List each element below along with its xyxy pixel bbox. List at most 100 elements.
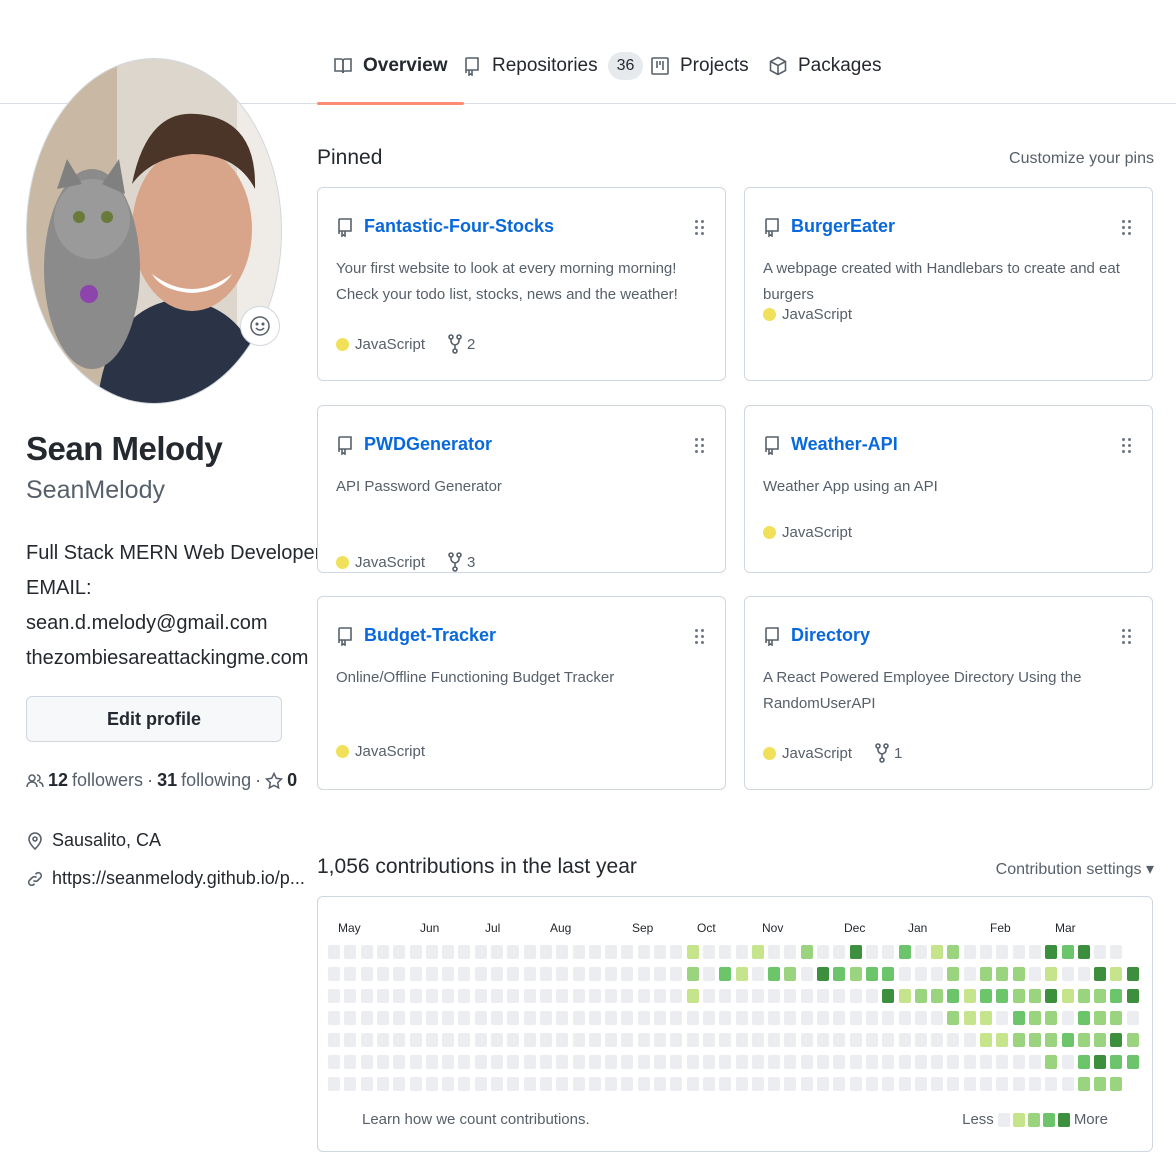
contribution-day[interactable] [524,1011,536,1025]
contribution-day[interactable] [915,1055,927,1069]
contribution-day[interactable] [817,967,829,981]
contribution-day[interactable] [524,945,536,959]
contribution-day[interactable] [475,1033,487,1047]
contribution-day[interactable] [654,945,666,959]
contribution-day[interactable] [491,1077,503,1091]
contribution-day[interactable] [344,1055,356,1069]
contribution-day[interactable] [524,1033,536,1047]
contribution-day[interactable] [882,989,894,1003]
contribution-day[interactable] [947,945,959,959]
contribution-day[interactable] [1013,967,1025,981]
contribution-day[interactable] [654,1011,666,1025]
contribution-day[interactable] [1078,945,1090,959]
contribution-day[interactable] [458,1033,470,1047]
contribution-day[interactable] [768,945,780,959]
tab-repositories[interactable]: Repositories 36 [462,52,644,104]
contribution-day[interactable] [1094,967,1106,981]
contribution-day[interactable] [328,989,340,1003]
contribution-day[interactable] [621,1011,633,1025]
contribution-day[interactable] [442,1033,454,1047]
contribution-day[interactable] [882,1077,894,1091]
contribution-day[interactable] [621,945,633,959]
contribution-day[interactable] [491,1055,503,1069]
contribution-day[interactable] [1029,1033,1041,1047]
contribution-day[interactable] [703,1055,715,1069]
contribution-day[interactable] [556,1011,568,1025]
repo-name-link[interactable]: Budget-Tracker [364,625,496,646]
contribution-day[interactable] [964,1011,976,1025]
contribution-day[interactable] [556,1033,568,1047]
contribution-day[interactable] [328,1011,340,1025]
contribution-day[interactable] [1062,945,1074,959]
contribution-day[interactable] [1045,989,1057,1003]
contribution-day[interactable] [899,989,911,1003]
contribution-day[interactable] [458,1011,470,1025]
profile-website[interactable]: https://seanmelody.github.io/p... [26,868,305,889]
contribution-day[interactable] [540,1055,552,1069]
contribution-day[interactable] [540,1033,552,1047]
contribution-day[interactable] [328,945,340,959]
contribution-day[interactable] [361,1011,373,1025]
contribution-day[interactable] [393,945,405,959]
contribution-day[interactable] [1110,1077,1122,1091]
contribution-day[interactable] [1127,967,1139,981]
contribution-day[interactable] [752,967,764,981]
contribution-day[interactable] [947,1011,959,1025]
contribution-day[interactable] [1110,945,1122,959]
contribution-day[interactable] [833,989,845,1003]
contribution-day[interactable] [361,1077,373,1091]
contribution-day[interactable] [719,967,731,981]
contribution-day[interactable] [850,945,862,959]
contribution-day[interactable] [687,1011,699,1025]
contribution-day[interactable] [605,1011,617,1025]
contribution-day[interactable] [1110,989,1122,1003]
set-status-button[interactable] [240,306,280,346]
contribution-settings-dropdown[interactable]: Contribution settings ▾ [996,859,1154,879]
contribution-day[interactable] [768,1011,780,1025]
contribution-day[interactable] [784,1011,796,1025]
contribution-day[interactable] [931,1077,943,1091]
contribution-day[interactable] [687,1055,699,1069]
repo-name-link[interactable]: Fantastic-Four-Stocks [364,216,554,237]
contribution-day[interactable] [377,989,389,1003]
contribution-day[interactable] [882,967,894,981]
contribution-day[interactable] [1013,1033,1025,1047]
contribution-day[interactable] [996,967,1008,981]
contribution-day[interactable] [1062,967,1074,981]
contribution-day[interactable] [507,989,519,1003]
contribution-day[interactable] [475,967,487,981]
contribution-day[interactable] [393,967,405,981]
contribution-day[interactable] [1110,1033,1122,1047]
contribution-day[interactable] [377,1055,389,1069]
contribution-day[interactable] [344,1011,356,1025]
contribution-day[interactable] [703,967,715,981]
contribution-day[interactable] [964,967,976,981]
contribution-day[interactable] [654,1033,666,1047]
contribution-day[interactable] [605,989,617,1003]
contribution-day[interactable] [1045,1011,1057,1025]
contribution-day[interactable] [703,1077,715,1091]
contribution-day[interactable] [964,1033,976,1047]
contribution-day[interactable] [573,1033,585,1047]
contribution-day[interactable] [377,1077,389,1091]
contribution-day[interactable] [833,967,845,981]
contribution-day[interactable] [670,1033,682,1047]
drag-handle-icon[interactable] [695,629,705,645]
contribution-day[interactable] [540,967,552,981]
contribution-day[interactable] [784,1077,796,1091]
contribution-day[interactable] [426,1077,438,1091]
contribution-day[interactable] [736,1055,748,1069]
contribution-day[interactable] [719,1055,731,1069]
contribution-day[interactable] [605,967,617,981]
contribution-day[interactable] [1013,1011,1025,1025]
repo-name-link[interactable]: Weather-API [791,434,898,455]
contribution-day[interactable] [980,1077,992,1091]
contribution-day[interactable] [589,1033,601,1047]
contribution-day[interactable] [1078,1033,1090,1047]
contribution-day[interactable] [475,1077,487,1091]
contribution-day[interactable] [801,1077,813,1091]
contribution-day[interactable] [817,945,829,959]
contribution-day[interactable] [980,1055,992,1069]
contribution-day[interactable] [931,989,943,1003]
contribution-day[interactable] [1029,1055,1041,1069]
